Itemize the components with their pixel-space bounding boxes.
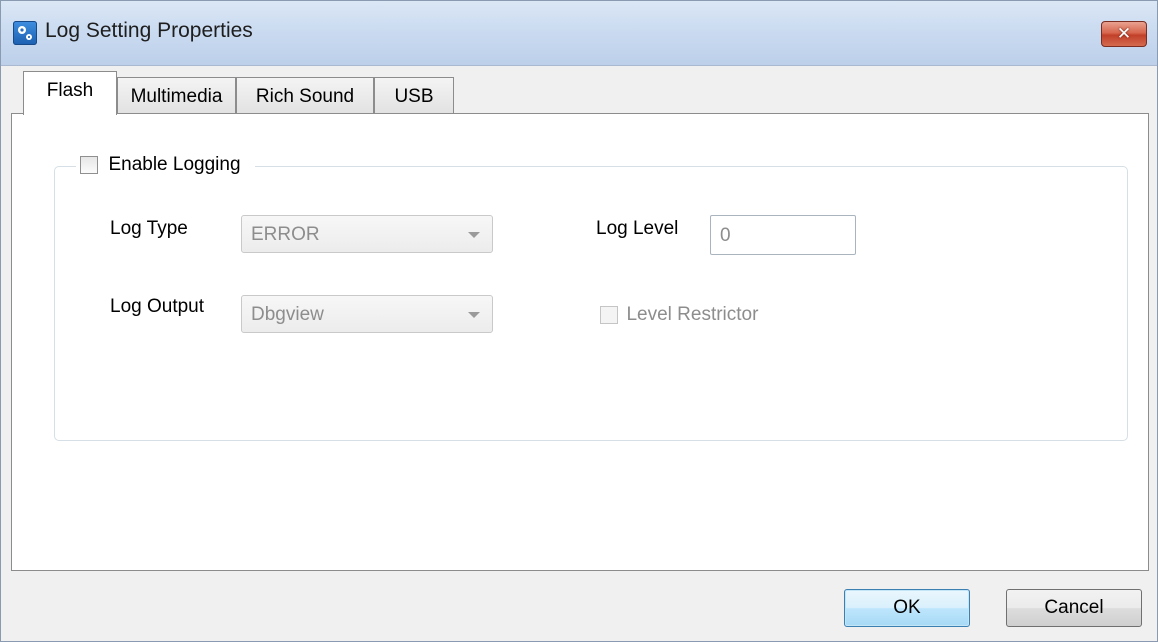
tab-panel-flash: Enable Logging Log Type ERROR Log Output…: [11, 113, 1149, 571]
log-type-select[interactable]: ERROR: [241, 215, 493, 253]
tab-usb[interactable]: USB: [374, 77, 454, 113]
chevron-down-icon: [468, 232, 480, 238]
cancel-button[interactable]: Cancel: [1006, 589, 1142, 627]
close-icon: ✕: [1116, 24, 1132, 43]
enable-logging-label: Enable Logging: [108, 154, 241, 175]
enable-logging-checkbox[interactable]: [80, 156, 98, 174]
ok-button[interactable]: OK: [844, 589, 970, 627]
log-level-label: Log Level: [596, 218, 679, 239]
log-output-value: Dbgview: [251, 304, 324, 325]
log-level-input[interactable]: 0: [710, 215, 856, 255]
log-type-value: ERROR: [251, 224, 320, 245]
title-bar[interactable]: Log Setting Properties ✕: [1, 1, 1157, 66]
level-restrictor-label: Level Restrictor: [626, 304, 759, 325]
close-button[interactable]: ✕: [1101, 21, 1147, 47]
log-output-select[interactable]: Dbgview: [241, 295, 493, 333]
dialog-window: Log Setting Properties ✕ Flash Multimedi…: [0, 0, 1158, 642]
window-title: Log Setting Properties: [45, 19, 253, 42]
enable-logging-row[interactable]: Enable Logging: [76, 154, 255, 180]
tab-multimedia[interactable]: Multimedia: [117, 77, 236, 113]
level-restrictor-row[interactable]: Level Restrictor: [600, 304, 758, 326]
level-restrictor-checkbox[interactable]: [600, 306, 618, 324]
log-type-label: Log Type: [110, 218, 188, 239]
tab-flash[interactable]: Flash: [23, 71, 117, 115]
settings-app-icon: [13, 21, 37, 45]
tab-rich-sound[interactable]: Rich Sound: [236, 77, 374, 113]
logging-groupbox: [54, 166, 1128, 441]
chevron-down-icon: [468, 312, 480, 318]
log-output-label: Log Output: [110, 296, 205, 317]
log-level-value: 0: [720, 225, 731, 246]
